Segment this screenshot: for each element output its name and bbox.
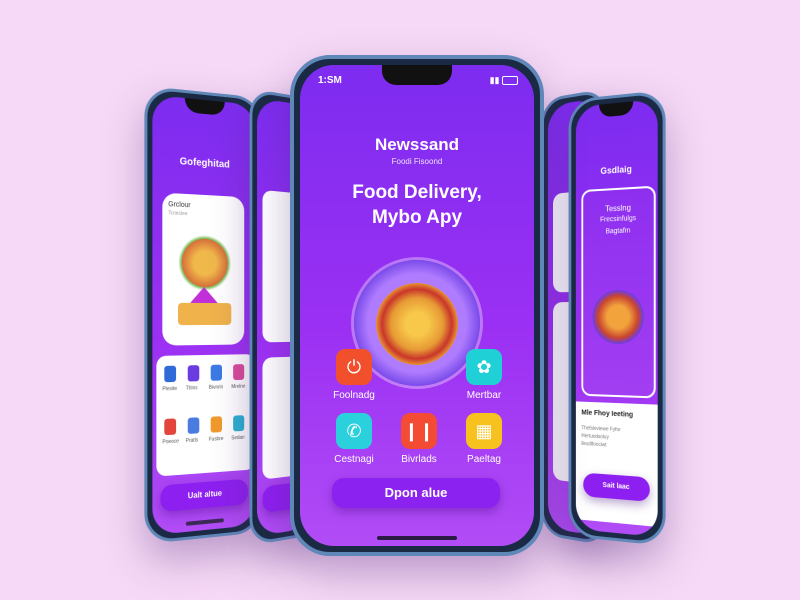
right-phone-screen: Gsdlaig Tesslng Frecsinfulgs Bagtafm Mle…	[575, 98, 658, 538]
power-icon[interactable]: ⏻	[336, 349, 372, 385]
mini-app-icon[interactable]	[210, 416, 222, 433]
left-phone-title: Gofeghitad	[179, 156, 230, 171]
mini-label: Pratls	[185, 437, 199, 445]
bag-base	[178, 302, 232, 326]
notch	[599, 101, 634, 118]
food-illustration	[178, 233, 232, 292]
left-grid-panel: Plesite Thlns Bivnrin Mrelne Poeoce Prat…	[156, 354, 256, 477]
mini-app-icon[interactable]	[187, 417, 200, 434]
pasta-dish-image	[376, 283, 458, 365]
right-phone: Gsdlaig Tesslng Frecsinfulgs Bagtafm Mle…	[568, 89, 666, 547]
app-label: Paeltag	[467, 454, 501, 465]
mini-app-icon[interactable]	[187, 365, 200, 382]
mini-label: Mrelne	[231, 383, 246, 391]
notch	[382, 65, 452, 85]
card-title-1: Tesslng	[605, 203, 631, 214]
section-title: Mle Fhoy Ieeting	[581, 409, 634, 419]
app-label: Foolnadg	[333, 390, 375, 401]
body-line: Hertuodsoluy	[581, 433, 609, 441]
mini-label: Bivnrin	[208, 384, 224, 391]
left-cta-button[interactable]: Ualt altue	[160, 478, 248, 513]
mini-app-icon[interactable]	[233, 415, 245, 432]
body-line: Thefsleviewe Fyfor	[581, 425, 621, 434]
headline-line-1: Food Delivery,	[352, 182, 482, 203]
brand-name: Newssand	[374, 135, 460, 154]
status-time: 1:SM	[318, 75, 342, 86]
mini-label: Thlns	[185, 385, 198, 392]
card-sub: Tcneclee	[168, 210, 188, 218]
food-plate-illustration	[592, 289, 644, 345]
card-title-2: Frecsinfulgs	[600, 215, 637, 224]
headline-line-2: Mybo Apy	[371, 207, 463, 228]
app-label: Mertbar	[466, 390, 502, 401]
app-label: Cestnagi	[334, 454, 374, 465]
mini-app-icon[interactable]	[164, 418, 177, 436]
status-icons: ▮▮	[490, 75, 518, 86]
card-title: Grclour	[168, 201, 191, 210]
mini-label: Fusbre	[208, 435, 224, 443]
notch	[184, 97, 225, 116]
fork-icon[interactable]: ❙❙	[401, 413, 437, 449]
brand-subtitle: Foodi Fisoond	[391, 157, 443, 166]
mini-label: Plesite	[162, 385, 178, 393]
left-phone: Gofeghitad Grclour Tcneclee Plesite Thln…	[144, 85, 263, 545]
card-title-3: Bagtafm	[605, 227, 631, 236]
left-hero-card[interactable]: Grclour Tcneclee	[162, 192, 245, 346]
grid-icon[interactable]: ▦	[466, 413, 502, 449]
body-line: llesdlfonciwt	[581, 440, 607, 449]
phone-icon[interactable]: ✆	[336, 413, 372, 449]
home-indicator	[185, 518, 224, 526]
mini-app-icon[interactable]	[233, 364, 245, 381]
right-cta-button[interactable]: Sait laac	[583, 472, 650, 502]
mini-app-icon[interactable]	[164, 365, 177, 383]
center-phone: 1:SM ▮▮ Newssand Foodi Fisoond Food Deli…	[290, 55, 544, 556]
battery-icon	[502, 76, 518, 86]
right-phone-title: Gsdlaig	[600, 163, 632, 177]
flower-icon[interactable]: ✿	[466, 349, 502, 385]
right-content-panel: Mle Fhoy Ieeting Thefsleviewe Fyfor Hert…	[575, 401, 658, 527]
signal-icon: ▮▮	[489, 75, 500, 85]
mini-label: Poeoce	[162, 438, 179, 446]
home-indicator	[377, 536, 457, 540]
left-phone-screen: Gofeghitad Grclour Tcneclee Plesite Thln…	[152, 94, 256, 536]
center-phone-screen: 1:SM ▮▮ Newssand Foodi Fisoond Food Deli…	[300, 65, 534, 546]
open-app-button[interactable]: Dpon alue	[332, 478, 500, 508]
app-label: Bivrlads	[401, 454, 437, 465]
right-hero-card[interactable]: Tesslng Frecsinfulgs Bagtafm	[581, 185, 656, 399]
mini-label: Sedan	[231, 434, 245, 442]
mini-app-icon[interactable]	[210, 364, 222, 381]
